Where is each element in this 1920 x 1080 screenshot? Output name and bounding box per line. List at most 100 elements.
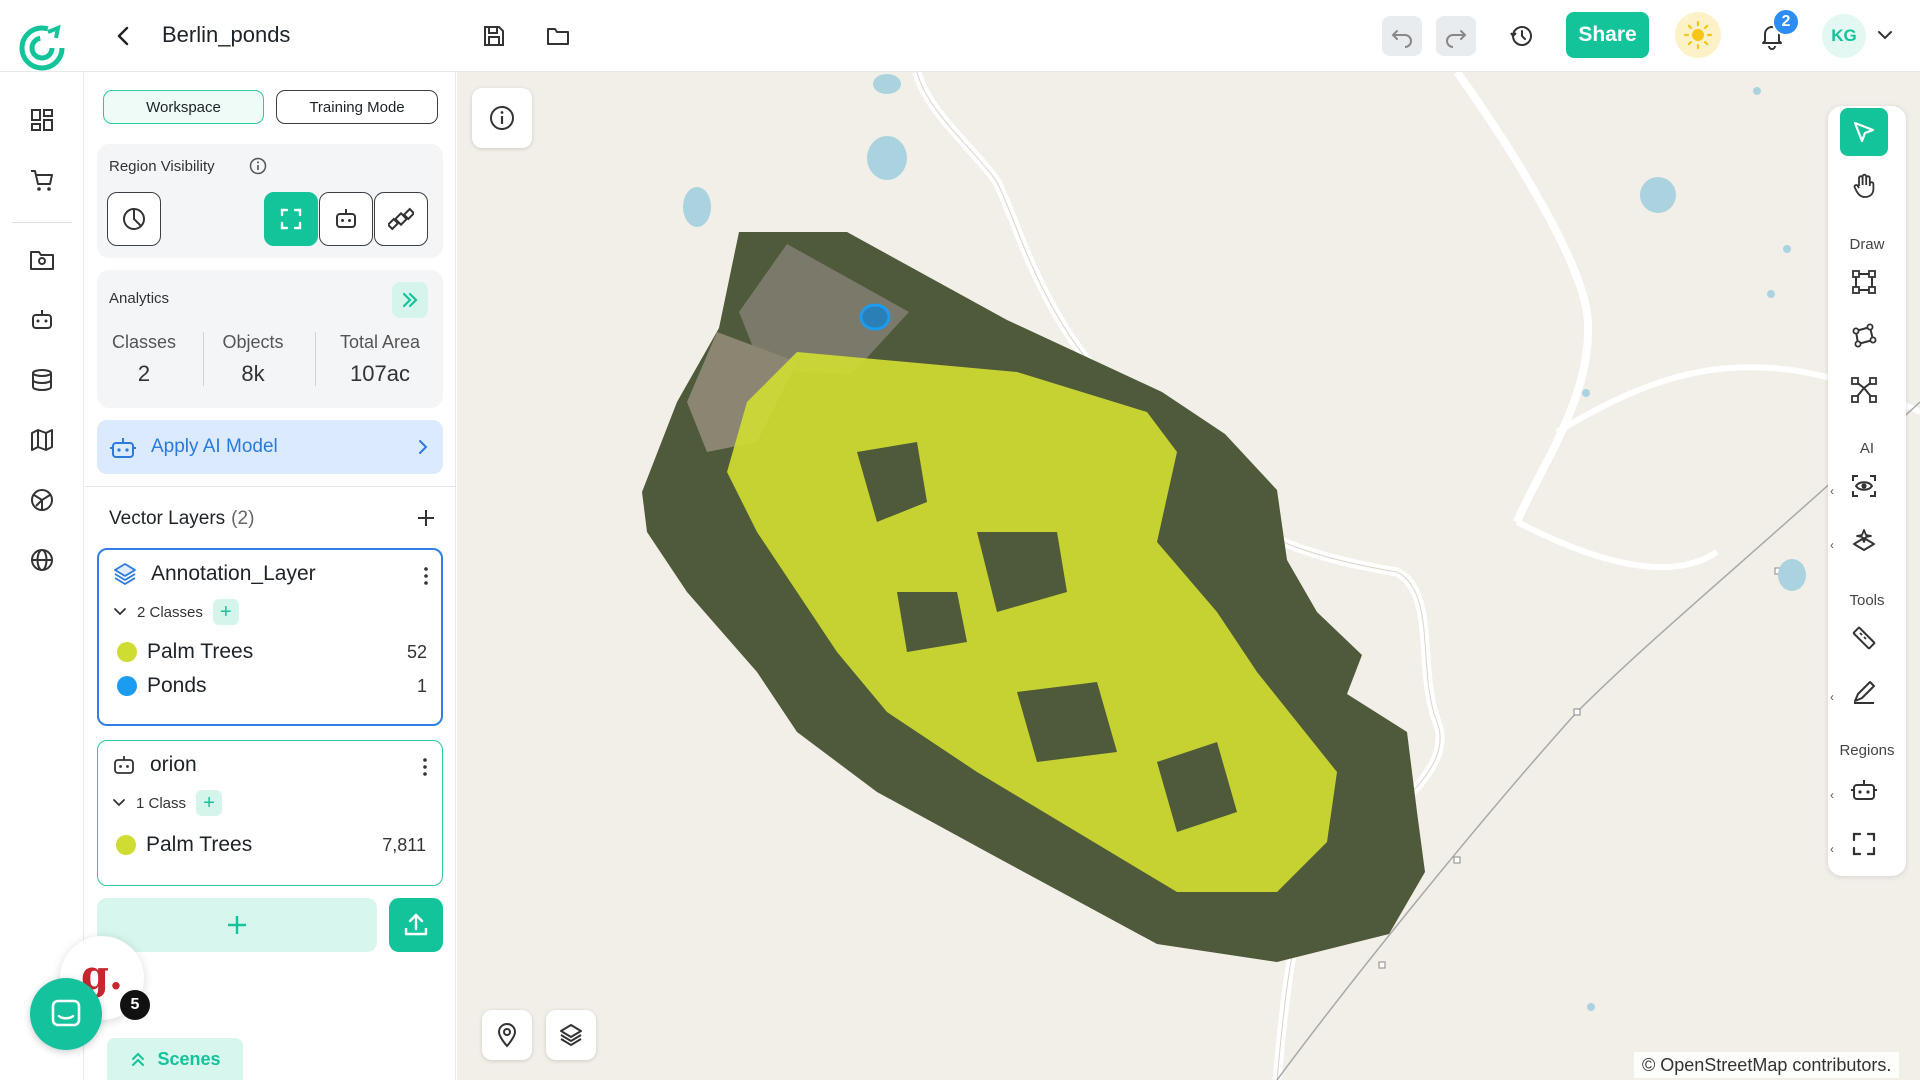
vector-layers-count: (2) (231, 508, 255, 529)
cursor-icon (1853, 121, 1875, 143)
vector-layer-card[interactable]: orion 1 Class + Palm Trees 7,811 (97, 740, 443, 886)
region-extent-tool-button[interactable] (1840, 820, 1888, 868)
class-name: Ponds (147, 674, 207, 697)
vector-layers-label: Vector Layers (109, 508, 226, 529)
history-button[interactable] (1502, 16, 1542, 56)
region-visibility-card: Region Visibility (97, 144, 443, 258)
stat-label: Total Area (339, 332, 421, 352)
info-icon[interactable] (249, 157, 267, 175)
vector-layer-card[interactable]: Annotation_Layer 2 Classes + Palm Trees … (97, 548, 443, 726)
stat-classes: Classes 2 (107, 332, 181, 387)
apply-ai-model-button[interactable]: Apply AI Model (97, 420, 443, 474)
measure-tool-button[interactable] (1840, 614, 1888, 662)
class-object-count: 1 (416, 675, 427, 696)
chevron-down-icon[interactable] (111, 603, 129, 621)
theme-toggle-button[interactable] (1675, 12, 1721, 58)
class-item-palm-trees[interactable]: Palm Trees 7,811 (116, 829, 426, 861)
undo-button[interactable] (1382, 16, 1422, 56)
stat-value: 107ac (350, 361, 410, 386)
chevron-right-icon (419, 440, 428, 454)
region-satellite-toggle[interactable] (374, 192, 428, 246)
scenes-label: Scenes (157, 1048, 221, 1069)
class-item-ponds[interactable]: Ponds 1 (117, 670, 427, 702)
ai-detect-tool-button[interactable] (1840, 462, 1888, 510)
class-object-count: 52 (406, 641, 427, 662)
kebab-icon[interactable] (419, 564, 433, 588)
region-visibility-title: Region Visibility (109, 158, 215, 175)
open-folder-button[interactable] (538, 16, 578, 56)
rectangle-tool-button[interactable] (1840, 258, 1888, 306)
draw-section-label: Draw (1849, 236, 1885, 253)
project-title: Berlin_ponds (162, 22, 291, 47)
map-canvas[interactable] (457, 72, 1920, 1080)
logo-icon[interactable] (18, 24, 66, 72)
project-folder-icon (30, 251, 54, 270)
nav-ai-models[interactable] (22, 300, 62, 340)
share-button[interactable]: Share (1566, 12, 1649, 58)
region-ai-toggle[interactable] (319, 192, 373, 246)
back-button[interactable] (108, 20, 140, 52)
annotate-caret[interactable]: ‹ (1830, 690, 1840, 704)
analytics-expand-button[interactable] (392, 282, 428, 318)
ai-segment-tool-button[interactable] (1840, 516, 1888, 564)
robot-icon (110, 438, 136, 458)
nav-dashboard[interactable] (22, 100, 62, 140)
workspace-mode-button[interactable]: Workspace (103, 90, 264, 124)
nav-data[interactable] (22, 360, 62, 400)
ai-segment-caret[interactable]: ‹ (1830, 538, 1840, 552)
redo-button[interactable] (1436, 16, 1476, 56)
support-chat-button[interactable] (30, 978, 102, 1050)
map-icon (31, 429, 53, 451)
expand-icon (1852, 832, 1876, 856)
save-button[interactable] (474, 16, 514, 56)
stat-value: 2 (137, 361, 151, 386)
notification-count-badge: 2 (1772, 8, 1800, 36)
class-item-palm-trees[interactable]: Palm Trees 52 (117, 636, 427, 668)
add-class-button[interactable]: + (196, 790, 223, 816)
region-ai-tool-button[interactable] (1840, 766, 1888, 814)
training-mode-button[interactable]: Training Mode (276, 90, 438, 124)
ai-detect-caret[interactable]: ‹ (1830, 484, 1840, 498)
basemap-layers-button[interactable] (546, 1010, 596, 1060)
region-history-toggle[interactable] (107, 192, 161, 246)
chat-unread-badge: 5 (120, 990, 150, 1020)
stat-label: Classes (111, 332, 177, 352)
annotate-tool-button[interactable] (1840, 668, 1888, 716)
region-ai-caret[interactable]: ‹ (1830, 788, 1840, 802)
nav-explore[interactable] (22, 480, 62, 520)
region-extent-caret[interactable]: ‹ (1830, 842, 1840, 856)
layer-name: Annotation_Layer (151, 562, 316, 585)
nav-projects[interactable] (22, 240, 62, 280)
add-class-button[interactable]: + (212, 599, 239, 625)
robot-icon (32, 310, 52, 329)
upload-layer-button[interactable] (389, 898, 443, 952)
ruler-icon (1852, 626, 1876, 650)
location-button[interactable] (482, 1010, 532, 1060)
add-layer-button[interactable] (97, 898, 377, 952)
nav-maps[interactable] (22, 420, 62, 460)
map-basemap (642, 72, 1920, 1080)
nav-globe[interactable] (22, 540, 62, 580)
pan-tool-button[interactable] (1840, 162, 1888, 210)
chevron-down-icon[interactable] (110, 794, 128, 812)
plus-icon (228, 916, 246, 934)
select-tool-button[interactable] (1840, 108, 1888, 156)
add-vector-layer-button[interactable] (412, 504, 440, 532)
nav-marketplace[interactable] (22, 160, 62, 200)
region-extent-toggle[interactable] (264, 192, 318, 246)
scenes-button[interactable]: Scenes (107, 1038, 243, 1080)
chevron-down-icon[interactable] (1874, 24, 1896, 46)
upload-icon (404, 913, 428, 936)
vertex-tool-button[interactable] (1840, 366, 1888, 414)
map-info-button[interactable] (472, 88, 532, 148)
top-bar: Berlin_ponds Share 2 KG (0, 0, 1920, 72)
polygon-tool-button[interactable] (1840, 312, 1888, 360)
map-tools-toolbar: Draw AI ‹ ‹ Tools ‹ Regions ‹ ‹ (1828, 106, 1906, 876)
rail-divider (12, 222, 72, 223)
robot-icon (110, 751, 138, 779)
apply-ai-model-label: Apply AI Model (151, 436, 278, 457)
class-object-count: 7,811 (382, 834, 426, 855)
user-avatar[interactable]: KG (1822, 14, 1866, 58)
kebab-icon[interactable] (418, 755, 432, 779)
polygon-icon (1852, 323, 1877, 348)
